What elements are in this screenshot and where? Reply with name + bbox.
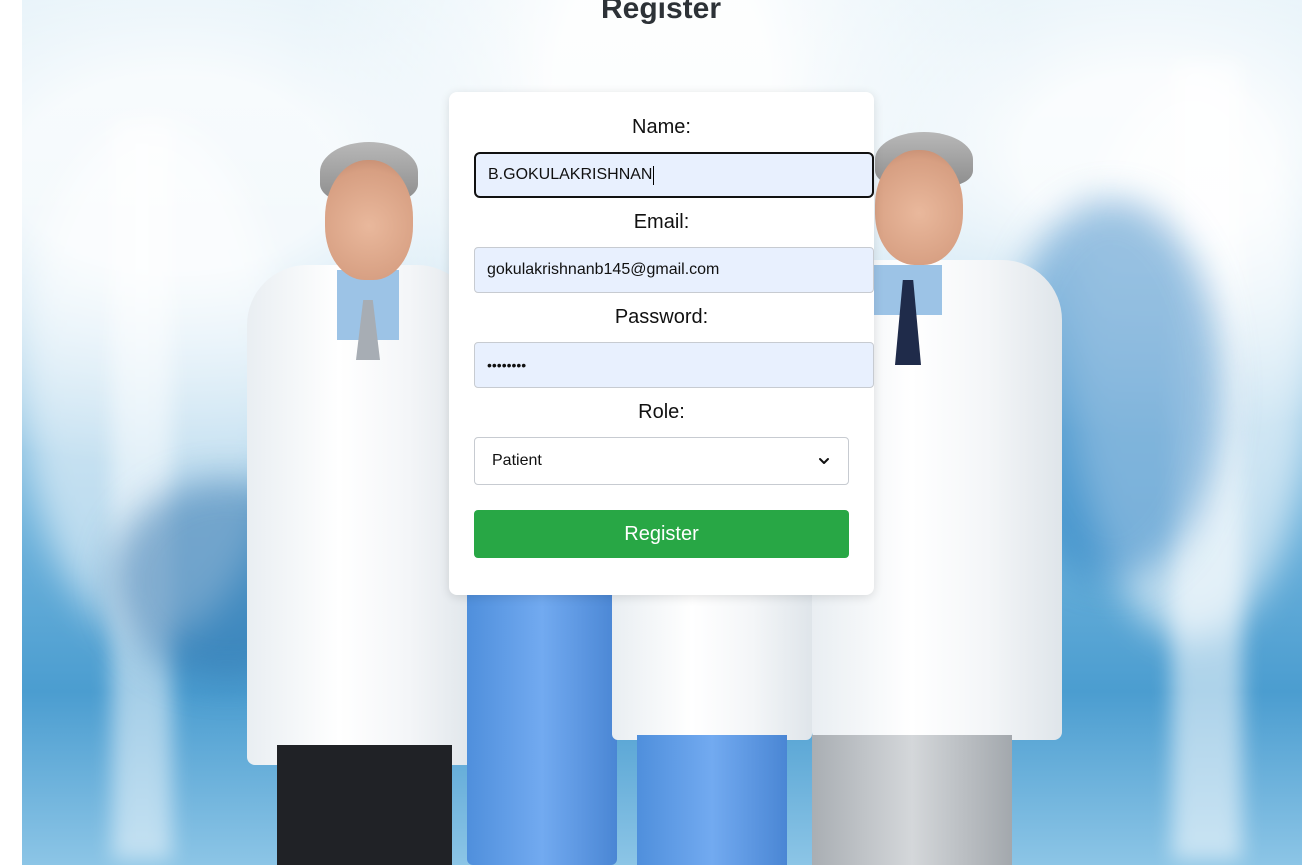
password-label: Password: [614, 306, 709, 328]
text-cursor [653, 165, 655, 185]
password-input[interactable]: •••••••• [474, 342, 874, 388]
role-label: Role: [638, 401, 685, 423]
password-input-value: •••••••• [487, 357, 527, 373]
name-input[interactable]: B.GOKULAKRISHNAN [474, 152, 874, 198]
email-input-value: gokulakrishnanb145@gmail.com [487, 261, 720, 278]
register-button[interactable]: Register [474, 510, 849, 558]
email-label: Email: [633, 211, 690, 233]
register-form: Name: B.GOKULAKRISHNAN Email: gokulakris… [449, 92, 874, 595]
role-select[interactable]: Patient [474, 437, 849, 485]
role-selected-value: Patient [492, 452, 542, 469]
email-input[interactable]: gokulakrishnanb145@gmail.com [474, 247, 874, 293]
register-page: Register Name: B.GOKULAKRISHNAN Email: g… [0, 0, 1306, 865]
chevron-down-icon [819, 458, 829, 464]
name-label: Name: [632, 116, 691, 138]
page-title: Register [600, 0, 722, 25]
name-input-value: B.GOKULAKRISHNAN [488, 166, 653, 183]
